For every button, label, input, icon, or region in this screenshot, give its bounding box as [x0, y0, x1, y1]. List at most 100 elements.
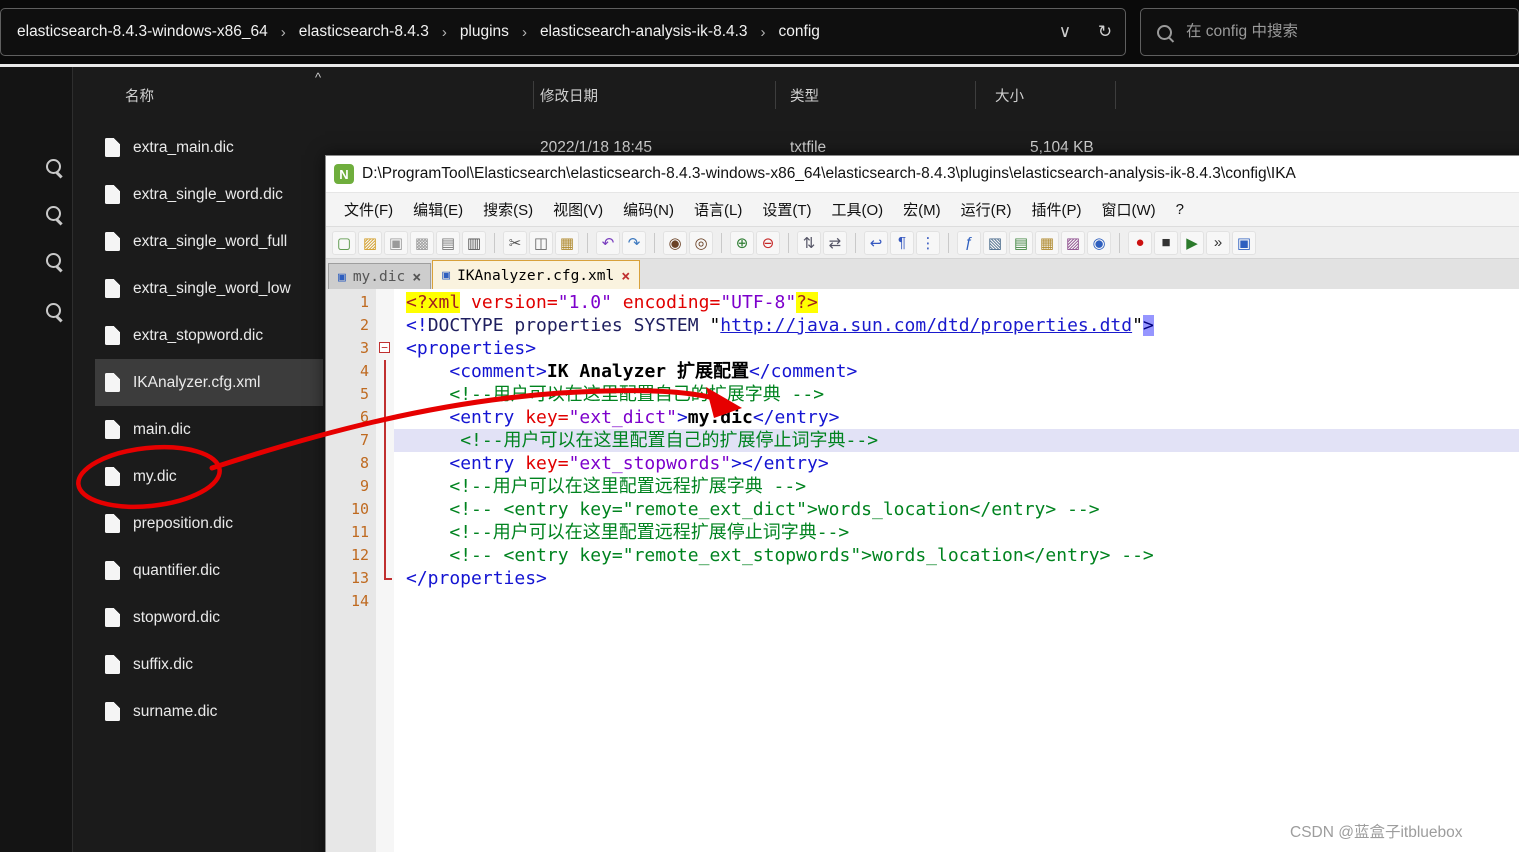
save-all-icon[interactable]: ▩	[410, 230, 434, 255]
file-name: extra_stopword.dic	[133, 326, 264, 344]
copy-icon[interactable]: ◫	[529, 230, 553, 255]
run-macro-multiple-icon[interactable]: »	[1206, 230, 1230, 255]
file-date-modified: 2022/1/18 18:45	[540, 138, 653, 156]
zoom-in-icon[interactable]: ⊕	[730, 230, 754, 255]
code-token: <!-- <entry key="remote_ext_stopwords">w…	[449, 545, 1154, 566]
menu-item[interactable]: 视图(V)	[543, 199, 613, 220]
menu-item[interactable]: 窗口(W)	[1091, 199, 1165, 220]
column-divider[interactable]	[533, 81, 534, 109]
code-line-text: <entry key="ext_dict">my.dic</entry>	[394, 406, 1519, 429]
undo-icon[interactable]: ↶	[596, 230, 620, 255]
menu-item[interactable]: 插件(P)	[1021, 199, 1091, 220]
menu-item[interactable]: 宏(M)	[893, 199, 951, 220]
replace-icon[interactable]: ◎	[689, 230, 713, 255]
chevron-down-icon[interactable]: ∨	[1045, 22, 1085, 42]
menu-item[interactable]: 运行(R)	[951, 199, 1022, 220]
column-header-size[interactable]: 大小	[995, 85, 1024, 106]
pinned-item-icon[interactable]	[42, 299, 65, 322]
menu-item[interactable]: 工具(O)	[821, 199, 893, 220]
stop-macro-icon[interactable]: ■	[1154, 230, 1178, 255]
saved-file-icon: ▣	[338, 269, 346, 285]
menu-item[interactable]: ?	[1166, 201, 1194, 218]
refresh-icon[interactable]: ↻	[1085, 22, 1125, 42]
menu-item[interactable]: 编辑(E)	[403, 199, 473, 220]
menu-item[interactable]: 文件(F)	[334, 199, 403, 220]
address-bar[interactable]: elasticsearch-8.4.3-windows-x86_64 › elast…	[0, 8, 1126, 56]
fold-cell	[376, 360, 394, 383]
open-folder-icon[interactable]: ▨	[358, 230, 382, 255]
document-list-icon[interactable]: ▤	[1009, 230, 1033, 255]
line-number: 4	[359, 362, 369, 380]
code-editor[interactable]: 1 <?xml version="1.0" encoding="UTF-8"?> 2…	[326, 289, 1519, 852]
column-divider[interactable]	[975, 81, 976, 109]
folder-as-workspace-icon[interactable]: ▦	[1035, 230, 1059, 255]
breadcrumb-item[interactable]: elasticsearch-analysis-ik-8.4.3	[534, 23, 754, 41]
pinned-item-icon[interactable]	[42, 155, 65, 178]
sync-vertical-icon[interactable]: ⇅	[797, 230, 821, 255]
column-header-date-modified[interactable]: 修改日期	[540, 85, 598, 106]
column-divider[interactable]	[775, 81, 776, 109]
close-tab-icon[interactable]: ×	[621, 267, 630, 285]
record-macro-icon[interactable]: ●	[1128, 230, 1152, 255]
editor-tab[interactable]: ▣ IKAnalyzer.cfg.xml ×	[432, 260, 641, 290]
print-icon[interactable]: ▥	[462, 230, 486, 255]
close-icon[interactable]: ▤	[436, 230, 460, 255]
bookmark-cell	[326, 360, 338, 383]
menu-item[interactable]: 设置(T)	[752, 199, 821, 220]
editor-tab[interactable]: ▣ my.dic ×	[328, 263, 432, 290]
menu-item[interactable]: 语言(L)	[684, 199, 752, 220]
pinned-item-icon[interactable]	[42, 249, 65, 272]
column-divider[interactable]	[1115, 81, 1116, 109]
breadcrumb-item[interactable]: plugins	[454, 23, 515, 41]
cut-icon[interactable]: ✂	[503, 230, 527, 255]
close-tab-icon[interactable]: ×	[412, 268, 421, 286]
new-file-icon[interactable]: ▢	[332, 230, 356, 255]
word-wrap-icon[interactable]: ↩	[864, 230, 888, 255]
zoom-out-icon[interactable]: ⊖	[756, 230, 780, 255]
bookmark-cell	[326, 406, 338, 429]
file-browser-icon[interactable]: ▨	[1061, 230, 1085, 255]
line-number: 2	[359, 316, 369, 334]
breadcrumb-item[interactable]: elasticsearch-8.4.3-windows-x86_64	[11, 23, 274, 41]
function-list-icon[interactable]: ƒ	[957, 230, 981, 255]
code-token: <!--用户可以在这里配置自己的扩展字典 -->	[449, 384, 825, 405]
search-input[interactable]	[1184, 22, 1488, 42]
menu-item[interactable]: 编码(N)	[613, 199, 684, 220]
show-all-characters-icon[interactable]: ¶	[890, 230, 914, 255]
play-macro-icon[interactable]: ▶	[1180, 230, 1204, 255]
fold-toggle-icon[interactable]	[376, 337, 394, 360]
file-icon	[105, 561, 120, 580]
save-icon[interactable]: ▣	[384, 230, 408, 255]
file-icon	[105, 279, 120, 298]
save-macro-icon[interactable]: ▣	[1232, 230, 1256, 255]
indent-guide-icon[interactable]: ⋮	[916, 230, 940, 255]
title-bar[interactable]: N D:\ProgramTool\Elasticsearch\elasticse…	[326, 156, 1519, 193]
bookmark-cell	[326, 475, 338, 498]
column-header-name[interactable]: 名称	[125, 85, 154, 106]
toolbar-separator	[654, 232, 661, 253]
redo-icon[interactable]: ↷	[622, 230, 646, 255]
breadcrumb-item[interactable]: elasticsearch-8.4.3	[293, 23, 435, 41]
breadcrumb-item[interactable]: config	[773, 23, 826, 41]
fold-cell	[376, 429, 394, 452]
sync-horizontal-icon[interactable]: ⇄	[823, 230, 847, 255]
menu-item[interactable]: 搜索(S)	[473, 199, 543, 220]
find-icon[interactable]: ◉	[663, 230, 687, 255]
paste-icon[interactable]: ▦	[555, 230, 579, 255]
code-line-text: <!--用户可以在这里配置自己的扩展字典 -->	[394, 383, 1519, 406]
document-map-icon[interactable]: ▧	[983, 230, 1007, 255]
toolbar-separator	[1119, 232, 1126, 253]
editor-line: 7 <!--用户可以在这里配置自己的扩展停止词字典-->	[326, 429, 1519, 452]
file-icon	[105, 514, 120, 533]
pinned-item-icon[interactable]	[42, 202, 65, 225]
search-box[interactable]	[1140, 8, 1519, 56]
notepad-window: N D:\ProgramTool\Elasticsearch\elasticse…	[325, 155, 1519, 852]
monitoring-icon[interactable]: ◉	[1087, 230, 1111, 255]
code-token: ?>	[796, 292, 818, 313]
column-header-type[interactable]: 类型	[790, 85, 819, 106]
